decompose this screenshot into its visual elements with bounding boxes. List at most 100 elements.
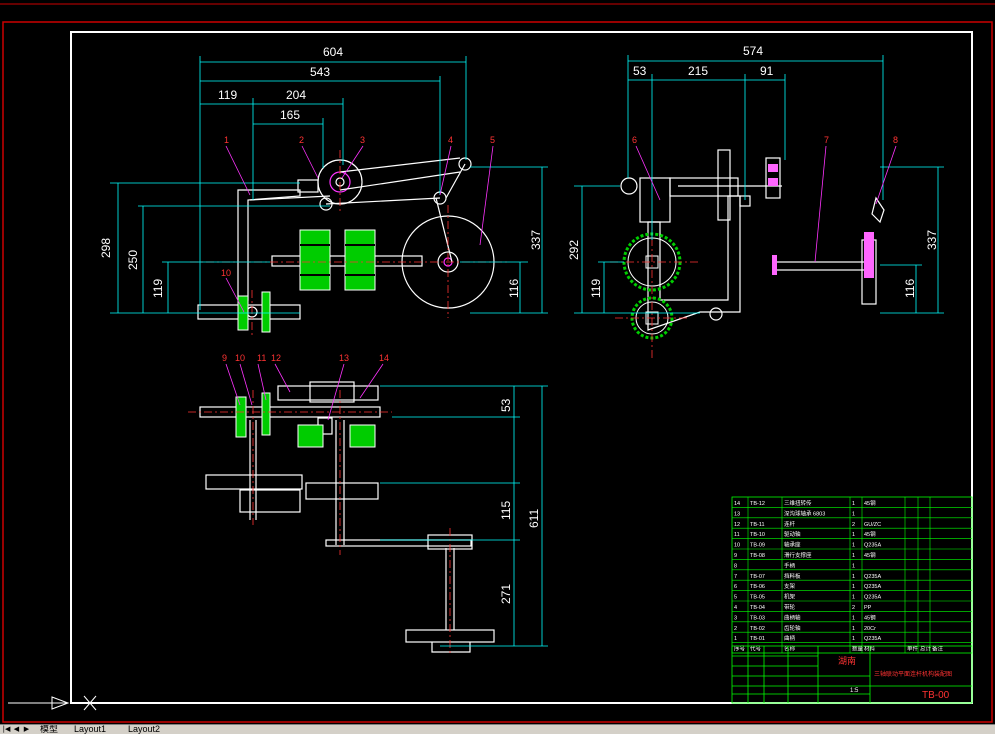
balloon-13: 13 <box>339 353 349 363</box>
dim-611: 611 <box>527 509 541 528</box>
table-cell: 1 <box>852 501 855 507</box>
table-cell: 12 <box>734 522 740 528</box>
table-cell: 13 <box>734 511 740 517</box>
balloon-4: 4 <box>448 135 453 145</box>
dim-119-side: 119 <box>589 279 603 298</box>
table-cell: 1 <box>852 584 855 590</box>
table-cell: 9 <box>734 553 737 559</box>
table-cell: 8 <box>734 563 737 569</box>
table-cell: 连杆 <box>784 520 796 528</box>
drawing-border <box>2 21 993 723</box>
dim-250: 250 <box>126 250 140 270</box>
table-cell: 1 <box>852 532 855 538</box>
table-cell: 齿轮轴 <box>784 624 801 632</box>
table-cell: TB-11 <box>750 522 765 528</box>
table-cell: 1 <box>852 563 855 569</box>
table-cell: 1 <box>852 553 855 559</box>
parts-table: 14 TB-12 三维扭转传 1 45钢13 深沟球轴承 6803 112 TB-11 连杆 2 G… <box>731 496 973 654</box>
table-cell: 2 <box>734 626 737 632</box>
balloon-6: 6 <box>632 135 637 145</box>
table-cell: TB-04 <box>750 605 765 611</box>
table-cell: Q235A <box>864 574 881 580</box>
table-cell: 1 <box>852 615 855 621</box>
table-cell: 45钢 <box>864 530 876 538</box>
balloon-8: 8 <box>893 135 898 145</box>
drawing-number: TB-00 <box>922 690 950 701</box>
dim-119: 119 <box>218 88 237 102</box>
table-cell: Q235A <box>864 595 881 601</box>
table-cell: GU/ZC <box>864 522 881 528</box>
table-cell: 曲柄轴 <box>784 613 801 621</box>
dim-271: 271 <box>499 584 513 604</box>
dim-115: 115 <box>499 501 513 520</box>
balloon-10-top: 10 <box>235 353 245 363</box>
table-cell: TB-06 <box>750 584 765 590</box>
table-cell: 三维扭转传 <box>784 499 812 507</box>
balloon-14: 14 <box>379 353 389 363</box>
dim-604: 604 <box>323 45 343 59</box>
balloon-5: 5 <box>490 135 495 145</box>
title-name: 三轴联动平面连杆机构装配图 <box>874 670 952 678</box>
dim-215: 215 <box>688 64 708 78</box>
balloon-10-front: 10 <box>221 268 231 278</box>
table-cell: 手柄 <box>784 561 796 569</box>
dim-298: 298 <box>99 238 113 258</box>
table-cell: 1 <box>852 636 855 642</box>
table-cell: 1 <box>852 626 855 632</box>
dim-337: 337 <box>529 230 543 250</box>
table-cell: 1 <box>852 574 855 580</box>
cad-drawing-canvas[interactable]: 604 543 119 204 165 298 250 119 337 116 … <box>0 0 995 724</box>
top-dimension-text: 53 611 115 271 <box>499 398 541 604</box>
balloon-9: 9 <box>222 353 227 363</box>
dim-337-side: 337 <box>925 230 939 250</box>
table-cell: 20Cr <box>864 626 876 632</box>
table-cell: TB-10 <box>750 532 765 538</box>
balloon-2: 2 <box>299 135 304 145</box>
dim-292: 292 <box>567 240 581 260</box>
side-balloon-text: 6 7 8 <box>632 135 898 145</box>
top-dimensions <box>380 385 548 647</box>
table-cell: TB-01 <box>750 636 765 642</box>
table-cell: 11 <box>734 532 740 538</box>
table-cell: TB-09 <box>750 543 765 549</box>
table-cell: 7 <box>734 574 737 580</box>
dim-116: 116 <box>507 279 521 298</box>
table-cell: 45钢 <box>864 551 876 559</box>
table-cell: 45钢 <box>864 613 876 621</box>
table-cell: 1 <box>852 595 855 601</box>
table-cell: 曲柄 <box>784 634 796 642</box>
table-cell: 深沟球轴承 6803 <box>784 509 825 517</box>
dim-53: 53 <box>633 64 647 78</box>
balloon-1: 1 <box>224 135 229 145</box>
dim-91: 91 <box>760 64 774 78</box>
table-cell: 挡料板 <box>784 572 801 580</box>
table-cell: 带轮 <box>784 603 796 611</box>
table-cell: 滑行支撑座 <box>784 551 812 559</box>
table-cell: 支架 <box>784 582 796 590</box>
balloon-3: 3 <box>360 135 365 145</box>
side-pink-parts <box>768 164 874 278</box>
table-cell: 2 <box>852 522 855 528</box>
table-cell: TB-07 <box>750 574 765 580</box>
dim-204: 204 <box>286 88 306 102</box>
table-cell: TB-02 <box>750 626 765 632</box>
drawing-frame <box>70 31 973 704</box>
dim-165: 165 <box>280 108 300 122</box>
table-cell: 机架 <box>784 593 796 601</box>
table-cell: TB-08 <box>750 553 765 559</box>
table-cell: 驱动轴 <box>784 530 801 538</box>
top-balloon-text: 9 10 11 12 13 14 <box>222 353 389 363</box>
table-cell: 4 <box>734 605 737 611</box>
table-cell: 5 <box>734 595 737 601</box>
table-cell: 1 <box>734 636 737 642</box>
table-cell: 45钢 <box>864 499 876 507</box>
balloon-12: 12 <box>271 353 281 363</box>
title-stamp: 湖南 <box>838 655 856 666</box>
table-cell: PP <box>864 605 872 611</box>
table-cell: 1 <box>852 543 855 549</box>
table-cell: TB-03 <box>750 615 765 621</box>
table-cell: Q235A <box>864 584 881 590</box>
scale-value: 1:5 <box>850 688 859 694</box>
dim-116-side: 116 <box>903 279 917 298</box>
dim-543: 543 <box>310 65 330 79</box>
